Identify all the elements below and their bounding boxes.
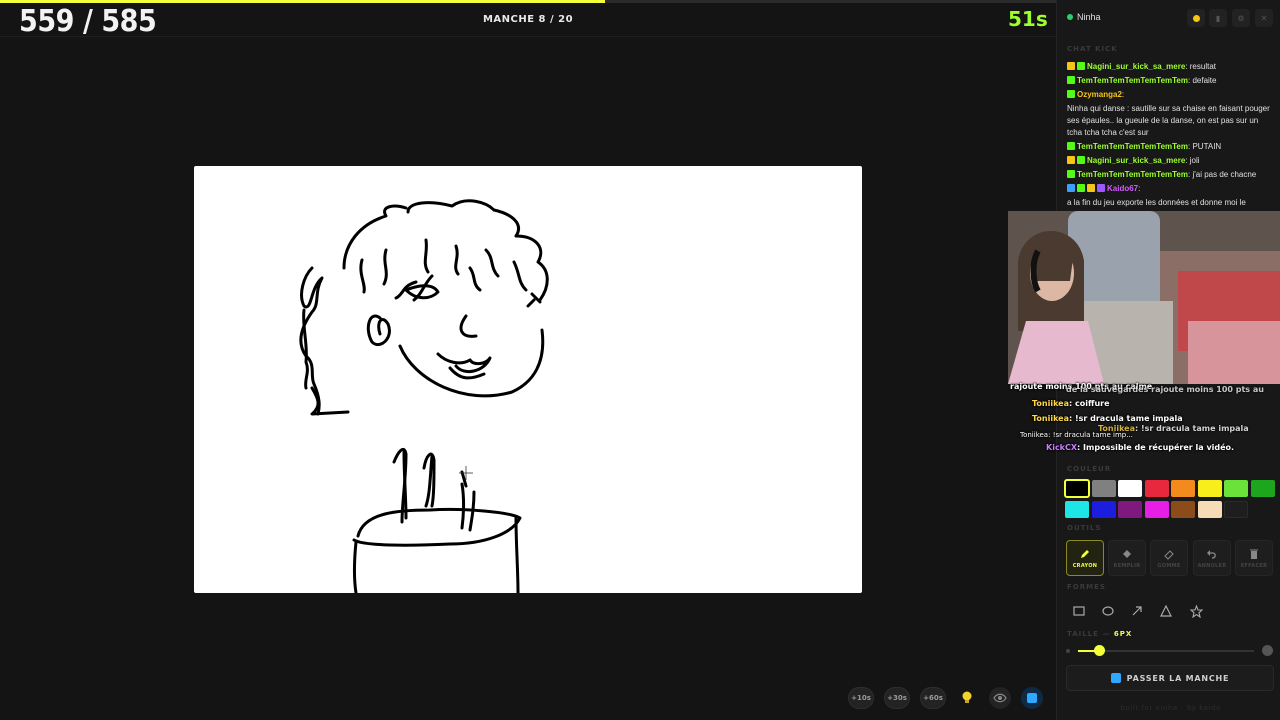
overlay-message: KickCX: Impossible de récupérer la vidéo… [1046,443,1235,452]
bucket-icon [1123,549,1131,558]
overlay-message: de la sauvegardes rajoute moins 100 pts … [1066,385,1264,394]
coin-icon[interactable] [1187,9,1205,27]
trash-icon [1250,549,1258,559]
chat-message: Nagini_sur_kick_sa_mere: joli [1067,155,1273,167]
gear-icon[interactable]: ⚙ [1232,9,1250,27]
eraser-tool[interactable]: GOMME [1150,540,1188,576]
top-divider [0,36,1056,37]
ellipse-icon[interactable] [1097,600,1119,622]
color-swatch[interactable] [1144,501,1169,518]
footer-credit: built for ninha · by kaido [1120,705,1222,712]
color-swatch[interactable] [1171,480,1195,497]
drawing-strokes [299,199,549,593]
size-label: TAILLE — 6PX [1067,630,1133,638]
color-swatch[interactable] [1144,480,1169,497]
size-min-dot [1066,649,1070,653]
undo-icon [1207,549,1216,559]
overlay-message: Toniikea: !sr dracula tame impala [1032,414,1183,423]
add-60s-button[interactable]: +60s [920,687,946,709]
triangle-icon[interactable] [1155,600,1177,622]
chat-message: a la fin du jeu exporte les données et d… [1067,198,1246,207]
drawing-canvas[interactable] [194,166,862,593]
lightbulb-icon[interactable] [956,687,978,709]
round-progress-fill [0,0,606,3]
shapes-label: FORMES [1067,583,1106,591]
tools-label: OUTILS [1067,524,1102,532]
chat-message: Kaido67: [1067,183,1273,195]
color-swatch[interactable] [1197,501,1222,518]
kick-logo-icon[interactable] [1021,687,1043,709]
rectangle-icon[interactable] [1068,600,1090,622]
arrow-icon[interactable] [1126,600,1148,622]
chat-feed: Nagini_sur_kick_sa_mere: resultat TemTem… [1057,60,1280,212]
chart-icon[interactable]: ▮ [1209,9,1227,27]
chat-message: TemTemTemTemTemTemTem: j'ai pas de chacn… [1067,169,1273,181]
eye-icon[interactable] [989,687,1011,709]
eraser-icon [1164,549,1174,560]
undo-tool[interactable]: ANNULER [1193,540,1231,576]
clear-tool[interactable]: EFFACER [1235,540,1273,576]
chat-message: Ninha qui danse : sautille sur sa chaise… [1067,104,1270,137]
color-swatch[interactable] [1250,480,1275,497]
webcam-feed [1008,211,1280,384]
timer: 51s [1008,7,1048,31]
skip-round-button[interactable]: PASSER LA MANCHE [1066,665,1274,691]
add-10s-button[interactable]: +10s [848,687,874,709]
online-status-icon [1067,14,1073,20]
round-progress-bar [0,0,1056,3]
chat-message: TemTemTemTemTemTemTem: defaite [1067,75,1273,87]
color-swatch[interactable] [1091,480,1116,497]
close-icon[interactable]: ✕ [1255,9,1273,27]
skip-round-label: PASSER LA MANCHE [1126,673,1230,683]
add-30s-button[interactable]: +30s [884,687,910,709]
color-swatch[interactable] [1224,480,1248,497]
fill-tool[interactable]: REMPLIR [1108,540,1146,576]
custom-color-swatch[interactable] [1224,501,1248,518]
round-indicator: MANCHE 8 / 20 [482,14,574,25]
chat-message: TemTemTemTemTemTemTem: PUTAIN [1067,141,1273,153]
star-icon[interactable] [1185,600,1207,622]
color-swatch[interactable] [1091,501,1116,518]
color-swatch[interactable] [1197,480,1222,497]
skip-icon [1110,673,1121,683]
pencil-icon [1081,549,1089,558]
color-swatch[interactable] [1064,479,1090,498]
color-swatch[interactable] [1118,480,1142,497]
stream-overlay-chat: rajoute moins 100 pts au calme de la sau… [1006,382,1276,458]
overlay-message: Toniikea: coiffure [1032,399,1110,408]
score-counter: 559 / 585 [19,4,157,39]
pencil-tool[interactable]: CRAYON [1066,540,1104,576]
color-swatch[interactable] [1171,501,1195,518]
color-swatch[interactable] [1118,501,1142,518]
color-swatch[interactable] [1065,501,1089,518]
overlay-message: Toniikea: !sr dracula tame imp... [1020,431,1133,439]
size-max-dot [1262,645,1273,656]
chat-message: Ozymanga2: [1067,89,1273,101]
chat-title: CHAT KICK [1067,45,1118,53]
colors-label: COULEUR [1067,465,1112,473]
username: Ninha [1077,12,1101,22]
game-screen: 559 / 585 MANCHE 8 / 20 51s +10s +30s +6… [0,0,1280,720]
chat-message: Nagini_sur_kick_sa_mere: resultat [1067,61,1273,73]
